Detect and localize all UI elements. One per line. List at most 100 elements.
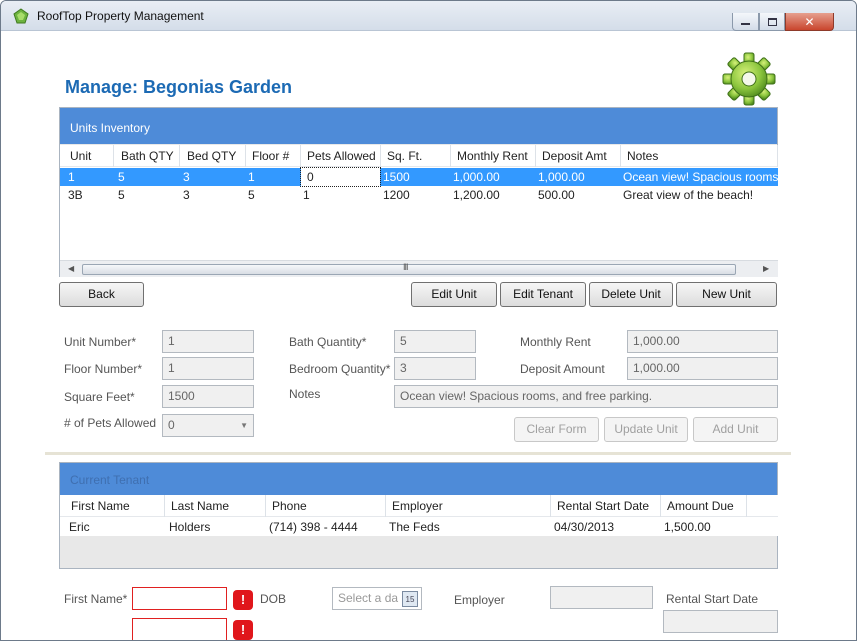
dob-date-picker[interactable]: Select a da 15 — [332, 587, 422, 610]
floor-number-label: Floor Number* — [64, 362, 143, 376]
cell-notes: Great view of the beach! — [623, 188, 754, 202]
units-panel-header: Units Inventory — [60, 108, 777, 144]
error-icon: ! — [233, 590, 253, 610]
edit-unit-button[interactable]: Edit Unit — [411, 282, 497, 307]
square-feet-field[interactable]: 1500 — [162, 385, 254, 408]
bath-quantity-label: Bath Quantity* — [289, 335, 367, 349]
close-icon: ✕ — [804, 14, 815, 29]
pets-allowed-select[interactable]: 0 ▼ — [162, 414, 254, 437]
square-feet-label: Square Feet* — [64, 390, 135, 404]
rental-start-date-field[interactable] — [663, 610, 778, 633]
tenant-panel-header: Current Tenant — [60, 463, 777, 495]
cell-unit: 1 — [68, 170, 75, 184]
employer-field[interactable] — [550, 586, 653, 609]
dob-placeholder: Select a da — [338, 591, 399, 605]
horizontal-scrollbar[interactable]: ◀ III ▶ — [60, 260, 778, 277]
unit-number-field[interactable]: 1 — [162, 330, 254, 353]
scroll-left-icon[interactable]: ◀ — [68, 264, 74, 273]
maximize-button[interactable] — [759, 13, 785, 31]
calendar-icon[interactable]: 15 — [402, 591, 418, 607]
column-header-bed-qty[interactable]: Bed QTY — [181, 145, 246, 167]
column-header-monthly-rent[interactable]: Monthly Rent — [451, 145, 536, 167]
cell-deposit-amt: 1,000.00 — [538, 170, 585, 184]
column-header-deposit-amt[interactable]: Deposit Amt — [536, 145, 621, 167]
update-unit-button[interactable]: Update Unit — [604, 417, 688, 442]
column-header-floor[interactable]: Floor # — [246, 145, 301, 167]
cell-pets-allowed: 1 — [303, 188, 310, 202]
tenant-panel: Current Tenant First Name Last Name Phon… — [59, 462, 778, 569]
new-unit-button[interactable]: New Unit — [676, 282, 777, 307]
scrollbar-thumb[interactable]: III — [82, 262, 736, 275]
column-header-rental-start-date[interactable]: Rental Start Date — [551, 495, 661, 517]
edit-tenant-button[interactable]: Edit Tenant — [500, 282, 586, 307]
first-name-label: First Name* — [64, 592, 128, 606]
cell-bath-qty: 5 — [118, 188, 125, 202]
table-row[interactable]: 3B 5 3 5 1 1200 1,200.00 500.00 Great vi… — [60, 186, 778, 204]
title-bar: RoofTop Property Management ✕ — [1, 1, 856, 31]
bedroom-quantity-field[interactable]: 3 — [394, 357, 476, 380]
gear-icon — [722, 52, 776, 106]
cell-sq-ft: 1200 — [383, 188, 410, 202]
employer-label: Employer — [454, 593, 505, 607]
cell-bath-qty: 5 — [118, 170, 125, 184]
scroll-right-icon[interactable]: ▶ — [763, 264, 769, 273]
window-title: RoofTop Property Management — [37, 9, 204, 23]
cell-phone: (714) 398 - 4444 — [269, 520, 358, 534]
cell-bed-qty: 3 — [183, 170, 190, 184]
minimize-button[interactable] — [732, 13, 759, 31]
deposit-amount-label: Deposit Amount — [520, 362, 605, 376]
cell-employer: The Feds — [389, 520, 440, 534]
column-header-sq-ft[interactable]: Sq. Ft. — [381, 145, 451, 167]
cell-sq-ft: 1500 — [383, 170, 410, 184]
cell-bed-qty: 3 — [183, 188, 190, 202]
deposit-amount-field[interactable]: 1,000.00 — [627, 357, 778, 380]
units-panel: Units Inventory Unit Bath QTY Bed QTY Fl… — [59, 107, 778, 277]
close-button[interactable]: ✕ — [785, 13, 834, 31]
cell-unit: 3B — [68, 188, 83, 202]
cell-amount-due: 1,500.00 — [664, 520, 711, 534]
floor-number-field[interactable]: 1 — [162, 357, 254, 380]
error-icon: ! — [233, 620, 253, 640]
units-grid-header: Unit Bath QTY Bed QTY Floor # Pets Allow… — [60, 145, 778, 167]
bath-quantity-field[interactable]: 5 — [394, 330, 476, 353]
add-unit-button[interactable]: Add Unit — [693, 417, 778, 442]
monthly-rent-field[interactable]: 1,000.00 — [627, 330, 778, 353]
cell-first-name: Eric — [69, 520, 90, 534]
table-row[interactable]: Eric Holders (714) 398 - 4444 The Feds 0… — [60, 518, 778, 536]
column-header-unit[interactable]: Unit — [64, 145, 114, 167]
column-header-last-name[interactable]: Last Name — [165, 495, 266, 517]
maximize-icon — [767, 17, 777, 26]
rental-start-date-label: Rental Start Date — [666, 592, 759, 606]
column-header-first-name[interactable]: First Name — [65, 495, 165, 517]
column-header-phone[interactable]: Phone — [266, 495, 386, 517]
cell-floor: 5 — [248, 188, 255, 202]
table-row[interactable]: 1 5 3 1 0 1500 1,000.00 1,000.00 Ocean v… — [60, 167, 778, 187]
cell-rental-start-date: 04/30/2013 — [554, 520, 615, 534]
delete-unit-button[interactable]: Delete Unit — [589, 282, 673, 307]
column-header-bath-qty[interactable]: Bath QTY — [115, 145, 180, 167]
scrollbar-grip: III — [403, 262, 408, 272]
cell-monthly-rent: 1,200.00 — [453, 188, 500, 202]
units-grid: Unit Bath QTY Bed QTY Floor # Pets Allow… — [60, 145, 778, 277]
last-name-field[interactable] — [132, 618, 227, 640]
column-header-pets-allowed[interactable]: Pets Allowed — [301, 145, 381, 167]
clear-form-button[interactable]: Clear Form — [514, 417, 599, 442]
app-icon — [13, 8, 29, 24]
cell-pets-allowed: 0 — [300, 167, 381, 187]
column-header-amount-due[interactable]: Amount Due — [661, 495, 747, 517]
tenant-grid: First Name Last Name Phone Employer Rent… — [60, 495, 778, 536]
column-header-notes[interactable]: Notes — [621, 145, 778, 167]
app-window: RoofTop Property Management ✕ Manage: Be… — [0, 0, 857, 641]
back-button[interactable]: Back — [59, 282, 144, 307]
dob-label: DOB — [260, 592, 287, 606]
cell-floor: 1 — [248, 170, 255, 184]
chevron-down-icon: ▼ — [240, 421, 248, 430]
section-separator — [45, 452, 791, 455]
cell-deposit-amt: 500.00 — [538, 188, 575, 202]
pets-allowed-label: # of Pets Allowed — [64, 416, 157, 430]
column-header-employer[interactable]: Employer — [386, 495, 551, 517]
notes-field[interactable]: Ocean view! Spacious rooms, and free par… — [394, 385, 778, 408]
bedroom-quantity-label: Bedroom Quantity* — [289, 362, 391, 376]
first-name-field[interactable] — [132, 587, 227, 610]
minimize-icon — [741, 23, 750, 25]
